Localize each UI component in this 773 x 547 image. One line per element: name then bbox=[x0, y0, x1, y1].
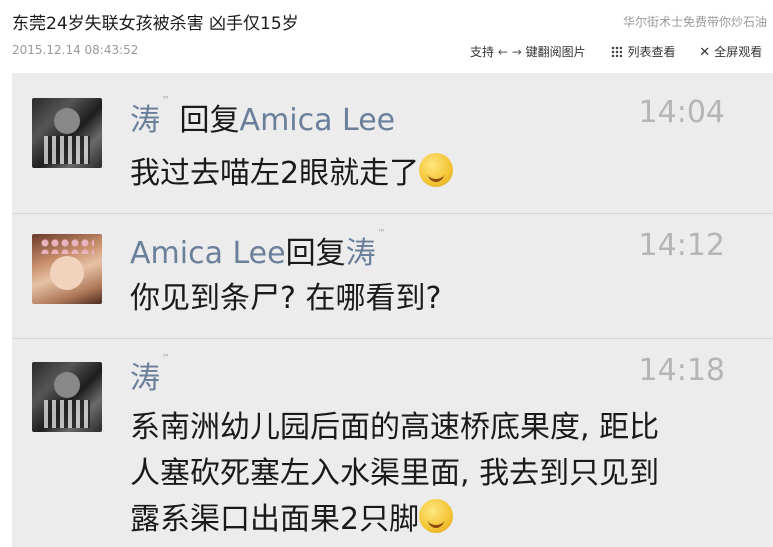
list-view-label: 列表查看 bbox=[627, 45, 676, 59]
smile-emoji-icon bbox=[419, 153, 454, 187]
sender-name: 涛 bbox=[130, 361, 160, 396]
chat-screenshot-image[interactable]: 涛™ 回复Amica Lee 14:04 我过去喵左2眼就走了 Amica Le… bbox=[12, 73, 773, 547]
message-time: 14:18 bbox=[638, 353, 725, 388]
avatar bbox=[32, 362, 102, 432]
message-text: 我过去喵左2眼就走了 bbox=[130, 151, 454, 197]
message-text: 系南洲幼儿园后面的高速桥底果度, 距比 人塞砍死塞左入水渠里面, 我去到只见到 … bbox=[130, 405, 659, 543]
chat-message: 涛™ 14:18 系南洲幼儿园后面的高速桥底果度, 距比 人塞砍死塞左入水渠里面… bbox=[12, 338, 773, 547]
tm-mark: ™ bbox=[162, 353, 170, 362]
chat-message: 涛™ 回复Amica Lee 14:04 我过去喵左2眼就走了 bbox=[12, 73, 773, 213]
avatar bbox=[32, 234, 102, 304]
sender-name: 涛 bbox=[130, 103, 160, 138]
message-header: 涛™ 回复Amica Lee bbox=[130, 95, 395, 139]
list-view-button[interactable]: 列表查看 bbox=[611, 43, 675, 60]
keyboard-hint: 支持 ← → 键翻阅图片 bbox=[470, 43, 586, 60]
arrow-keys-icon: ← → bbox=[497, 45, 522, 59]
tm-mark: ™ bbox=[162, 95, 170, 104]
sender-name: Amica Lee bbox=[130, 236, 286, 271]
message-text: 你见到条尸? 在哪看到? bbox=[130, 281, 442, 316]
fullscreen-button[interactable]: ✕ 全屏观看 bbox=[699, 43, 762, 60]
reply-to-name: 涛 bbox=[345, 236, 376, 271]
tm-mark: ™ bbox=[377, 228, 386, 237]
smile-emoji-icon bbox=[419, 499, 454, 533]
chat-message: Amica Lee回复涛™ 14:12 你见到条尸? 在哪看到? bbox=[12, 213, 773, 339]
message-line: 系南洲幼儿园后面的高速桥底果度, 距比 bbox=[130, 410, 660, 445]
keyboard-label: 键翻阅图片 bbox=[525, 45, 586, 59]
message-header: Amica Lee回复涛™ bbox=[130, 228, 386, 272]
publish-date: 2015.12.14 08:43:52 bbox=[12, 43, 139, 57]
fullscreen-label: 全屏观看 bbox=[714, 45, 763, 59]
avatar bbox=[32, 98, 102, 168]
reply-to-name: Amica Lee bbox=[239, 103, 396, 138]
message-time: 14:12 bbox=[638, 228, 725, 263]
reply-label: 回复 bbox=[285, 236, 346, 271]
message-line: 人塞砍死塞左入水渠里面, 我去到只见到 bbox=[130, 456, 660, 491]
message-line: 露系渠口出面果2只脚 bbox=[130, 502, 420, 537]
toolbar: 支持 ← → 键翻阅图片 列表查看 ✕ 全屏观看 bbox=[470, 43, 762, 60]
page-title: 东莞24岁失联女孩被杀害 凶手仅15岁 bbox=[12, 14, 299, 34]
message-time: 14:04 bbox=[638, 95, 725, 130]
grid-icon bbox=[611, 46, 623, 57]
reply-label: 回复 bbox=[179, 103, 240, 138]
fullscreen-icon: ✕ bbox=[699, 45, 711, 60]
message-header: 涛™ bbox=[130, 353, 170, 397]
ad-link[interactable]: 华尔街术士免费带你炒石油 bbox=[623, 13, 767, 30]
message-body: 我过去喵左2眼就走了 bbox=[130, 156, 420, 191]
support-label: 支持 bbox=[470, 45, 495, 59]
